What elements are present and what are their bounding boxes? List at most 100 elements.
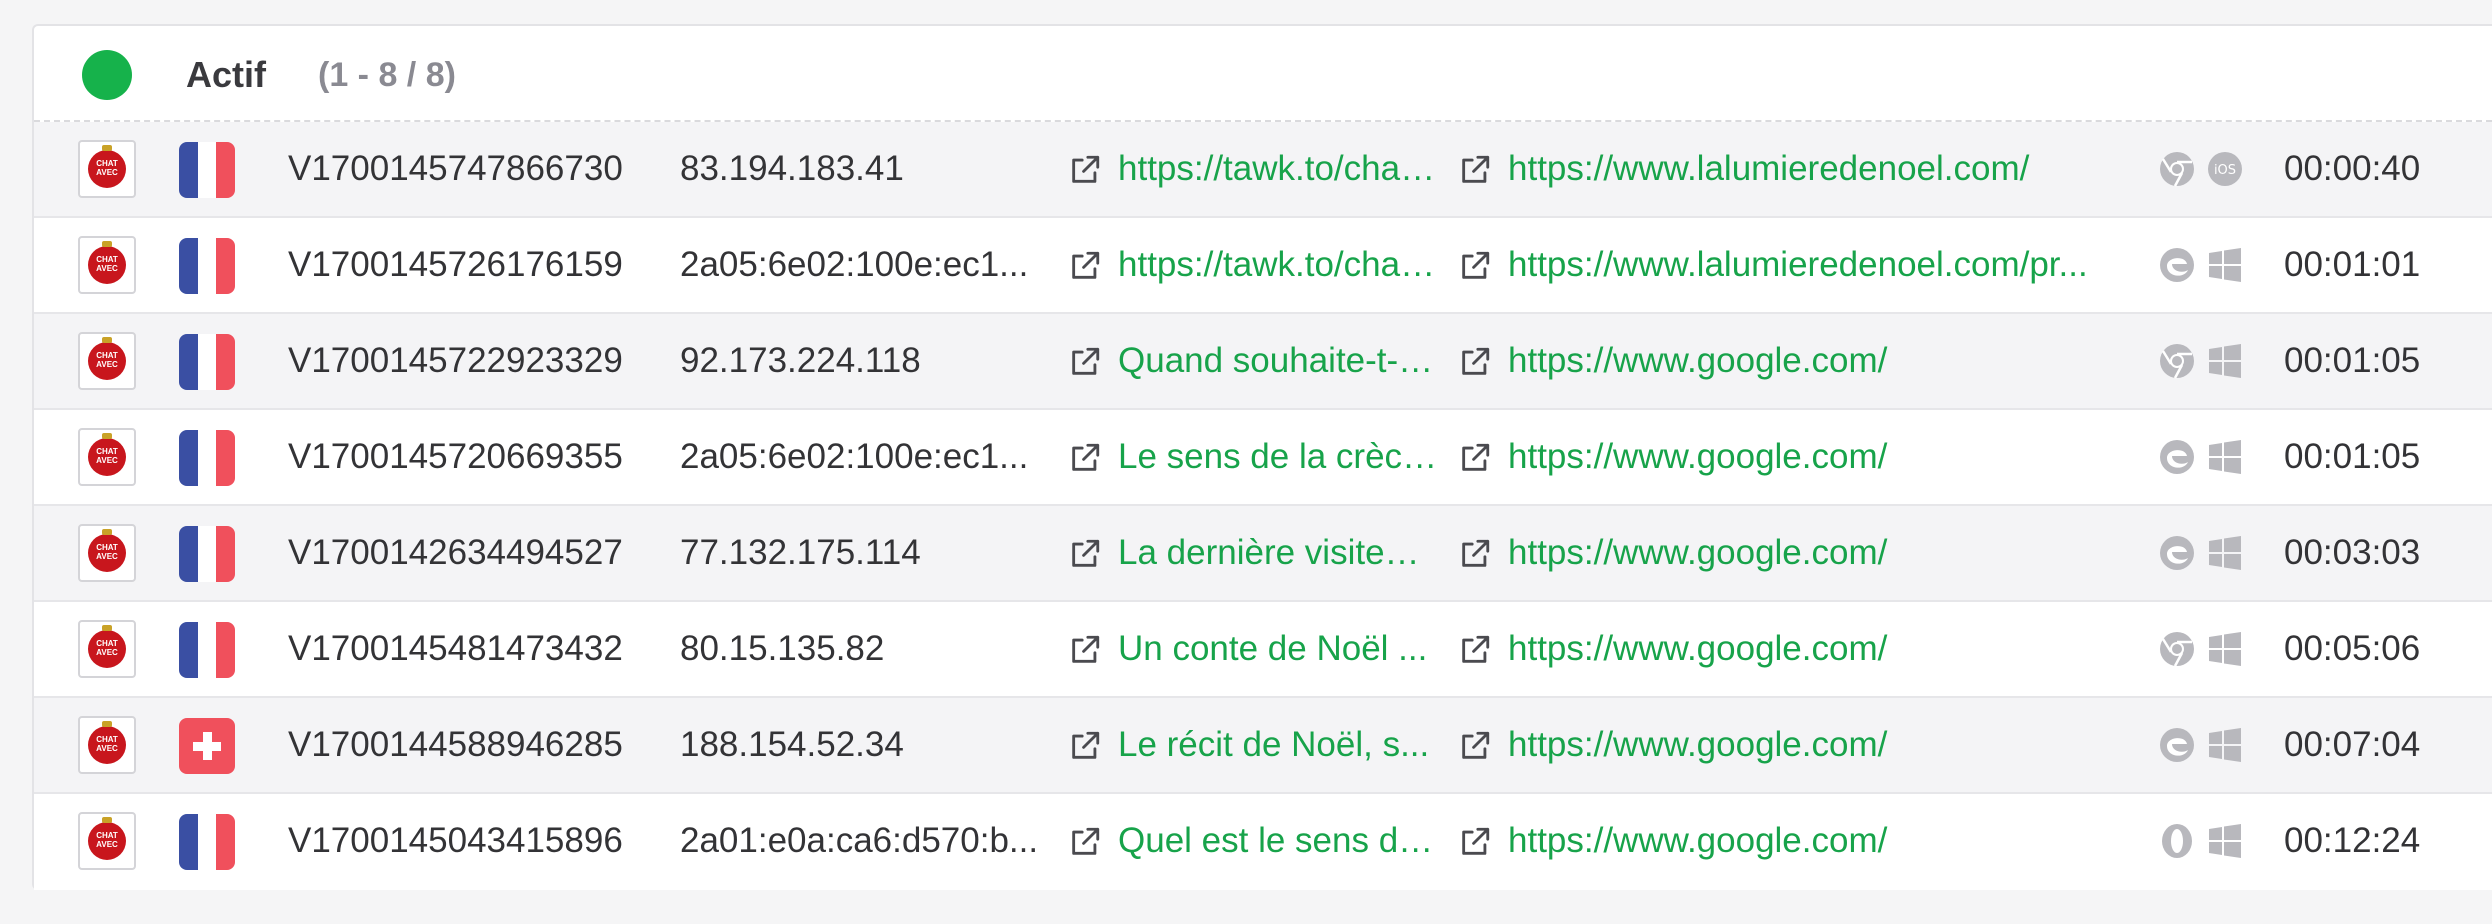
external-link-icon[interactable] xyxy=(1068,537,1102,571)
chat-avatar-icon: CHAT AVEC xyxy=(78,236,136,294)
referrer-link[interactable]: https://www.google.com/ xyxy=(1508,698,2148,792)
status-group-title: Actif xyxy=(186,54,266,95)
visitor-row[interactable]: CHAT AVEC V1700145722923329 92.173.224.118 Q… xyxy=(34,314,2492,410)
chat-avatar-icon: CHAT AVEC xyxy=(78,812,136,870)
visitor-id: V1700142634494527 xyxy=(288,533,623,572)
external-link-icon[interactable] xyxy=(1068,441,1102,475)
edge-browser-icon xyxy=(2158,534,2196,572)
current-page-link[interactable]: Un conte de Noël ... xyxy=(1118,602,1438,696)
referrer-link[interactable]: https://www.google.com/ xyxy=(1508,602,2148,696)
referrer-link[interactable]: https://www.google.com/ xyxy=(1508,314,2148,408)
ip-address: 2a05:6e02:100e:ec1... xyxy=(680,245,1029,284)
visitor-id: V1700145722923329 xyxy=(288,341,623,380)
svg-text:iOS: iOS xyxy=(2214,163,2236,178)
visit-duration: 00:05:06 xyxy=(2284,629,2421,668)
external-link-icon[interactable] xyxy=(1458,345,1492,379)
edge-browser-icon xyxy=(2158,438,2196,476)
french-flag-icon xyxy=(179,334,235,390)
external-link-icon[interactable] xyxy=(1458,153,1492,187)
visitor-id: V1700144588946285 xyxy=(288,725,623,764)
windows-os-icon xyxy=(2206,438,2244,476)
visitor-id: V1700145726176159 xyxy=(288,245,623,284)
french-flag-icon xyxy=(179,238,235,294)
visitor-row[interactable]: CHAT AVEC V1700144588946285 188.154.52.34 Le… xyxy=(34,698,2492,794)
visit-duration: 00:07:04 xyxy=(2284,725,2421,764)
referrer-link[interactable]: https://www.lalumieredenoel.com/pr... xyxy=(1508,218,2148,312)
ip-address: 77.132.175.114 xyxy=(680,533,921,572)
referrer-link[interactable]: https://www.google.com/ xyxy=(1508,506,2148,600)
chrome-browser-icon xyxy=(2158,342,2196,380)
chat-avatar-icon: CHAT AVEC xyxy=(78,716,136,774)
ip-address: 2a05:6e02:100e:ec1... xyxy=(680,437,1029,476)
windows-os-icon xyxy=(2206,246,2244,284)
ip-address: 2a01:e0a:ca6:d570:b... xyxy=(680,821,1039,860)
referrer-link[interactable]: https://www.google.com/ xyxy=(1508,794,2148,888)
current-page-link[interactable]: Le récit de Noël, s... xyxy=(1118,698,1438,792)
windows-os-icon xyxy=(2206,630,2244,668)
visitor-row[interactable]: CHAT AVEC V1700145726176159 2a05:6e02:100e:… xyxy=(34,218,2492,314)
external-link-icon[interactable] xyxy=(1458,249,1492,283)
status-group-count: (1 - 8 / 8) xyxy=(318,56,456,94)
external-link-icon[interactable] xyxy=(1068,249,1102,283)
visitor-id: V1700145481473432 xyxy=(288,629,623,668)
chat-avatar-icon: CHAT AVEC xyxy=(78,620,136,678)
windows-os-icon xyxy=(2206,822,2244,860)
visit-duration: 00:12:24 xyxy=(2284,821,2421,860)
current-page-link[interactable]: https://tawk.to/chat/... xyxy=(1118,218,1438,312)
opera-browser-icon xyxy=(2158,822,2196,860)
external-link-icon[interactable] xyxy=(1068,345,1102,379)
windows-os-icon xyxy=(2206,342,2244,380)
windows-os-icon xyxy=(2206,726,2244,764)
visit-duration: 00:01:05 xyxy=(2284,341,2421,380)
visit-duration: 00:00:40 xyxy=(2284,149,2421,188)
french-flag-icon xyxy=(179,814,235,870)
external-link-icon[interactable] xyxy=(1068,153,1102,187)
current-page-link[interactable]: La dernière visiteuse... xyxy=(1118,506,1438,600)
visitor-id: V1700145720669355 xyxy=(288,437,623,476)
chat-avatar-icon: CHAT AVEC xyxy=(78,524,136,582)
current-page-link[interactable]: https://tawk.to/chat/... xyxy=(1118,122,1438,216)
visitor-list: CHAT AVEC V1700145747866730 83.194.183.41 ht… xyxy=(34,122,2492,890)
current-page-link[interactable]: Quel est le sens de... xyxy=(1118,794,1438,888)
status-group-header[interactable]: Actif (1 - 8 / 8) xyxy=(34,26,2492,122)
chrome-browser-icon xyxy=(2158,150,2196,188)
french-flag-icon xyxy=(179,430,235,486)
visitor-row[interactable]: CHAT AVEC V1700145720669355 2a05:6e02:100e:… xyxy=(34,410,2492,506)
swiss-flag-icon xyxy=(179,718,235,774)
ip-address: 188.154.52.34 xyxy=(680,725,904,764)
chat-avatar-icon: CHAT AVEC xyxy=(78,428,136,486)
external-link-icon[interactable] xyxy=(1458,633,1492,667)
ip-address: 83.194.183.41 xyxy=(680,149,904,188)
french-flag-icon xyxy=(179,142,235,198)
windows-os-icon xyxy=(2206,534,2244,572)
edge-browser-icon xyxy=(2158,726,2196,764)
status-dot-icon xyxy=(82,50,132,100)
visit-duration: 00:01:05 xyxy=(2284,437,2421,476)
visit-duration: 00:01:01 xyxy=(2284,245,2421,284)
french-flag-icon xyxy=(179,526,235,582)
external-link-icon[interactable] xyxy=(1458,825,1492,859)
external-link-icon[interactable] xyxy=(1068,825,1102,859)
referrer-link[interactable]: https://www.lalumieredenoel.com/ xyxy=(1508,122,2148,216)
visitor-row[interactable]: CHAT AVEC V1700142634494527 77.132.175.114 L… xyxy=(34,506,2492,602)
external-link-icon[interactable] xyxy=(1068,633,1102,667)
external-link-icon[interactable] xyxy=(1458,441,1492,475)
external-link-icon[interactable] xyxy=(1068,729,1102,763)
chat-avatar-icon: CHAT AVEC xyxy=(78,332,136,390)
external-link-icon[interactable] xyxy=(1458,537,1492,571)
external-link-icon[interactable] xyxy=(1458,729,1492,763)
visitor-row[interactable]: CHAT AVEC V1700145481473432 80.15.135.82 Un … xyxy=(34,602,2492,698)
visitors-panel: Actif (1 - 8 / 8) CHAT AVEC V1700145747866… xyxy=(32,24,2492,890)
french-flag-icon xyxy=(179,622,235,678)
visitor-row[interactable]: CHAT AVEC V1700145747866730 83.194.183.41 ht… xyxy=(34,122,2492,218)
current-page-link[interactable]: Le sens de la crèche... xyxy=(1118,410,1438,504)
visit-duration: 00:03:03 xyxy=(2284,533,2421,572)
chrome-browser-icon xyxy=(2158,630,2196,668)
ip-address: 92.173.224.118 xyxy=(680,341,921,380)
visitor-row[interactable]: CHAT AVEC V1700145043415896 2a01:e0a:ca6:d5… xyxy=(34,794,2492,890)
chat-avatar-icon: CHAT AVEC xyxy=(78,140,136,198)
referrer-link[interactable]: https://www.google.com/ xyxy=(1508,410,2148,504)
visitor-id: V1700145043415896 xyxy=(288,821,623,860)
current-page-link[interactable]: Quand souhaite-t-on... xyxy=(1118,314,1438,408)
ios-os-icon: iOS xyxy=(2206,150,2244,188)
